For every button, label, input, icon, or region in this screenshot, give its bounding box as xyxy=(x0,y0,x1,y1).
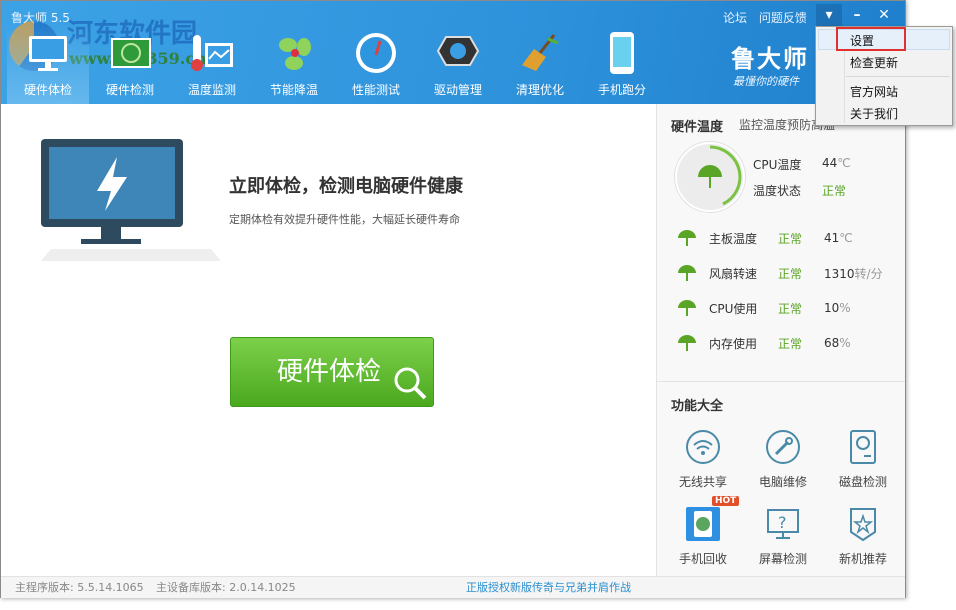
monitor-lightning-icon xyxy=(41,139,221,267)
minimize-button[interactable]: – xyxy=(844,4,870,26)
speedometer-icon xyxy=(353,31,399,75)
monitor-icon xyxy=(25,31,71,75)
func-screen-check[interactable]: ? 屏幕检测 xyxy=(743,504,823,567)
nav-cleanup[interactable]: 清理优化 xyxy=(499,25,581,104)
feedback-link[interactable]: 问题反馈 xyxy=(759,11,807,25)
sensor-status: 正常 xyxy=(778,230,802,247)
nav-performance[interactable]: 性能测试 xyxy=(335,25,417,104)
phone-recycle-icon xyxy=(683,504,723,544)
headline: 立即体检，检测电脑硬件健康 xyxy=(229,172,463,198)
broom-icon xyxy=(517,31,563,75)
nav-energy-cooling[interactable]: 节能降温 xyxy=(253,25,335,104)
nav-phone-benchmark[interactable]: 手机跑分 xyxy=(581,25,663,104)
cpu-temp-value: 44 xyxy=(822,156,837,170)
menu-item-official-site[interactable]: 官方网站 xyxy=(850,83,898,100)
magnifier-icon xyxy=(389,362,433,406)
svg-text:?: ? xyxy=(778,513,787,532)
func-wifi-share[interactable]: 无线共享 xyxy=(663,427,743,490)
umbrella-icon xyxy=(677,229,697,247)
temp-state-label: 温度状态 xyxy=(753,182,801,199)
program-version: 主程序版本: 5.5.14.1065 xyxy=(15,577,144,599)
umbrella-icon xyxy=(677,334,697,352)
func-new-device[interactable]: 新机推荐 xyxy=(823,504,903,567)
sensor-status: 正常 xyxy=(778,265,802,282)
nav-label: 节能降温 xyxy=(253,81,335,98)
nav-label: 硬件体检 xyxy=(7,81,89,98)
fan-icon xyxy=(271,31,317,75)
forum-link[interactable]: 论坛 xyxy=(723,11,747,25)
sensor-row: 风扇转速 正常 1310转/分 xyxy=(677,264,697,282)
driver-gear-icon xyxy=(435,31,481,75)
sensor-label: 风扇转速 xyxy=(709,265,757,282)
nav-label: 驱动管理 xyxy=(417,81,499,98)
wifi-icon xyxy=(683,427,723,467)
func-pc-repair[interactable]: 电脑维修 xyxy=(743,427,823,490)
status-bar: 主程序版本: 5.5.14.1065 主设备库版本: 2.0.14.1025 正… xyxy=(1,576,905,598)
sensor-value: 68% xyxy=(824,336,851,350)
top-links: 论坛 问题反馈 xyxy=(723,9,815,26)
sensor-value: 10% xyxy=(824,301,851,315)
brand-name: 鲁大师 xyxy=(731,39,809,74)
func-phone-recycle[interactable]: 手机回收 HOT xyxy=(663,504,743,567)
menu-item-check-update[interactable]: 检查更新 xyxy=(850,54,898,71)
wrench-icon xyxy=(763,427,803,467)
subline: 定期体检有效提升硬件性能，大幅延长硬件寿命 xyxy=(229,211,460,227)
sensor-value: 1310转/分 xyxy=(824,265,883,282)
hard-disk-icon xyxy=(843,427,883,467)
main-window: 鲁大师 5.5 河东软件园 www.pc0359.cn 硬件体检 硬件检测 温度… xyxy=(0,0,906,598)
func-disk-check[interactable]: 磁盘检测 xyxy=(823,427,903,490)
menu-item-settings[interactable]: 设置 xyxy=(850,32,874,49)
sensor-label: 内存使用 xyxy=(709,335,757,352)
hot-badge: HOT xyxy=(712,496,739,506)
sensor-label: 主板温度 xyxy=(709,230,757,247)
nav-driver[interactable]: 驱动管理 xyxy=(417,25,499,104)
sensor-status: 正常 xyxy=(778,335,802,352)
checkup-panel: 立即体检，检测电脑硬件健康 定期体检有效提升硬件性能，大幅延长硬件寿命 硬件体检 xyxy=(1,104,656,576)
unit: ℃ xyxy=(837,156,850,170)
func-label: 手机回收 xyxy=(679,552,727,566)
umbrella-icon xyxy=(677,264,697,282)
menu-item-about[interactable]: 关于我们 xyxy=(850,105,898,122)
graphics-card-icon xyxy=(107,31,153,75)
sensor-row: 内存使用 正常 68% xyxy=(677,334,697,352)
header: 鲁大师 5.5 河东软件园 www.pc0359.cn 硬件体检 硬件检测 温度… xyxy=(1,1,905,104)
cpu-temp-gauge xyxy=(675,142,745,212)
phone-icon xyxy=(599,31,645,75)
nav-temperature[interactable]: 温度监测 xyxy=(171,25,253,104)
start-checkup-label: 硬件体检 xyxy=(277,357,381,387)
menu-dropdown-button[interactable]: ▾ xyxy=(816,4,842,26)
func-label: 新机推荐 xyxy=(839,552,887,566)
star-shield-icon xyxy=(843,504,883,544)
func-label: 无线共享 xyxy=(679,475,727,489)
close-button[interactable]: ✕ xyxy=(871,4,897,26)
sensor-row: 主板温度 正常 41℃ xyxy=(677,229,697,247)
sensor-row: CPU使用 正常 10% xyxy=(677,299,697,317)
side-panel: 硬件温度 监控温度预防高温 CPU温度 44℃ 温度状态 正常 主板温度 正常 … xyxy=(656,104,905,576)
nav-label: 清理优化 xyxy=(499,81,581,98)
nav-hardware-detect[interactable]: 硬件检测 xyxy=(89,25,171,104)
nav-label: 硬件检测 xyxy=(89,81,171,98)
sensor-label: CPU使用 xyxy=(709,300,757,317)
temp-title: 硬件温度 xyxy=(671,116,723,135)
func-label: 磁盘检测 xyxy=(839,475,887,489)
db-version: 主设备库版本: 2.0.14.1025 xyxy=(156,577,296,599)
nav-label: 手机跑分 xyxy=(581,81,663,98)
sensor-status: 正常 xyxy=(778,300,802,317)
temp-state-value: 正常 xyxy=(822,182,846,199)
umbrella-icon xyxy=(677,299,697,317)
nav-label: 性能测试 xyxy=(335,81,417,98)
sensor-value: 41℃ xyxy=(824,231,853,245)
dropdown-menu: 设置 检查更新 官方网站 关于我们 xyxy=(815,26,953,126)
func-label: 电脑维修 xyxy=(759,475,807,489)
screen-question-icon: ? xyxy=(763,504,803,544)
nav-hardware-checkup[interactable]: 硬件体检 xyxy=(7,25,89,104)
thermometer-icon xyxy=(189,31,235,75)
nav-label: 温度监测 xyxy=(171,81,253,98)
cpu-temp-label: CPU温度 xyxy=(753,156,801,173)
func-label: 屏幕检测 xyxy=(759,552,807,566)
functions-title: 功能大全 xyxy=(671,395,723,414)
start-checkup-button[interactable]: 硬件体检 xyxy=(230,337,434,407)
promo-link[interactable]: 正版授权新版传奇与兄弟并肩作战 xyxy=(466,577,631,599)
brand-slogan: 最懂你的硬件 xyxy=(733,73,799,89)
